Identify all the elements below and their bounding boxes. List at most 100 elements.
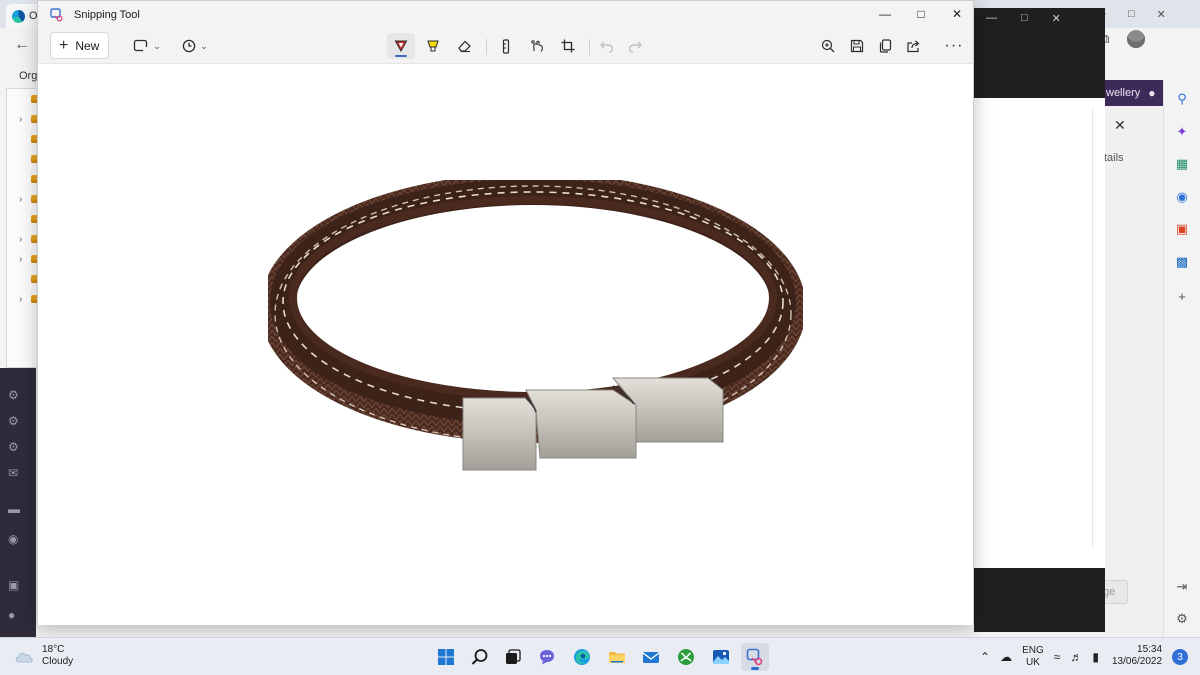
bracelet-image xyxy=(268,180,803,471)
camera-icon[interactable]: ▣ xyxy=(8,578,19,592)
weather-widget[interactable]: 18°C Cloudy xyxy=(14,644,73,668)
settings-icon[interactable]: ⚙ xyxy=(8,414,19,428)
outlook-icon[interactable]: ▩ xyxy=(1175,255,1189,269)
copilot-icon[interactable]: ✦ xyxy=(1175,125,1189,139)
start-button[interactable] xyxy=(432,643,460,671)
chevron-right-icon[interactable]: › xyxy=(19,234,22,245)
help-icon[interactable]: ● xyxy=(8,608,15,622)
windows-start-icon xyxy=(438,649,454,665)
touch-writing-button[interactable] xyxy=(524,33,550,59)
favorite-item[interactable]: › xyxy=(7,229,39,249)
snipping-tool-taskbar-button[interactable] xyxy=(741,643,769,671)
mail-icon[interactable]: ✉ xyxy=(8,466,18,480)
dark-sidebar-strip: ⚙ ⚙ ⚙ ✉ ▬ ◉ ▣ ● xyxy=(0,368,36,637)
chevron-down-icon: ⌄ xyxy=(153,40,161,51)
browser-sidebar: ⚲ ✦ ▦ ◉ ▣ ▩ + ⇥ ⚙ xyxy=(1163,80,1200,637)
maximize-icon[interactable]: □ xyxy=(1021,12,1028,25)
favorite-item[interactable] xyxy=(7,169,39,189)
maximize-icon[interactable]: □ xyxy=(903,1,939,27)
chevron-up-icon[interactable]: ⌃ xyxy=(980,650,990,664)
favorite-item[interactable]: › xyxy=(7,109,39,129)
edge-taskbar-button[interactable] xyxy=(568,643,596,671)
taskbar-search-button[interactable] xyxy=(466,643,494,671)
maximize-icon[interactable]: □ xyxy=(1128,8,1135,21)
chevron-right-icon[interactable]: › xyxy=(19,294,22,305)
save-button[interactable] xyxy=(844,33,870,59)
copy-icon xyxy=(879,39,891,53)
add-icon[interactable]: + xyxy=(1175,290,1189,304)
copy-button[interactable] xyxy=(872,33,898,59)
crop-button[interactable] xyxy=(555,33,581,59)
clock-time: 15:34 xyxy=(1137,644,1163,655)
ballpoint-pen-button[interactable] xyxy=(387,33,415,59)
favorite-item[interactable]: › xyxy=(7,249,39,269)
settings-icon[interactable]: ⚙ xyxy=(8,388,19,402)
favorite-item[interactable] xyxy=(7,129,39,149)
details-panel xyxy=(1104,106,1163,636)
highlighter-button[interactable] xyxy=(420,33,446,59)
snip-mode-button[interactable]: ⌄ xyxy=(130,33,164,59)
mail-button[interactable] xyxy=(637,643,665,671)
new-snip-button[interactable]: + New xyxy=(50,32,109,59)
favorite-item[interactable] xyxy=(7,209,39,229)
eye-icon[interactable]: ◉ xyxy=(8,532,18,546)
search-icon[interactable]: ⚲ xyxy=(1175,92,1189,106)
xbox-button[interactable] xyxy=(672,643,700,671)
profile-avatar[interactable] xyxy=(1127,30,1146,48)
settings-icon[interactable]: ⚙ xyxy=(1175,612,1189,626)
favorite-item[interactable] xyxy=(7,269,39,289)
zoom-button[interactable] xyxy=(815,33,841,59)
back-arrow-icon[interactable]: ← xyxy=(14,36,30,54)
cloud-icon xyxy=(15,652,33,663)
teams-chat-button[interactable] xyxy=(533,643,561,671)
task-view-button[interactable] xyxy=(499,643,527,671)
favorite-item[interactable]: › xyxy=(7,189,39,209)
app-icon[interactable]: ▬ xyxy=(8,502,20,516)
more-options-button[interactable]: ··· xyxy=(940,33,968,59)
close-icon[interactable]: ✕ xyxy=(1114,117,1126,134)
close-icon[interactable]: ✕ xyxy=(939,1,975,27)
secondary-window: — □ ✕ xyxy=(974,8,1105,632)
eraser-button[interactable] xyxy=(451,33,477,59)
clock[interactable]: 15:34 13/06/2022 xyxy=(1112,644,1162,668)
close-icon[interactable]: ✕ xyxy=(1157,8,1166,21)
site-header-text: wellery xyxy=(1106,87,1141,99)
undo-button[interactable] xyxy=(594,33,620,59)
favorite-item[interactable]: › xyxy=(7,289,39,309)
shopping-icon[interactable]: ▦ xyxy=(1175,157,1189,171)
sidebar-toggle-icon[interactable]: ⇥ xyxy=(1175,580,1189,594)
battery-icon[interactable]: ▮ xyxy=(1092,650,1099,664)
save-icon xyxy=(850,39,864,53)
mail-icon xyxy=(642,652,660,663)
plus-icon: + xyxy=(59,36,69,54)
chevron-right-icon[interactable]: › xyxy=(19,114,22,125)
games-icon[interactable]: ◉ xyxy=(1175,190,1189,204)
onedrive-icon[interactable]: ☁ xyxy=(1000,650,1012,664)
settings-icon[interactable]: ⚙ xyxy=(8,440,19,454)
share-button[interactable] xyxy=(900,33,926,59)
office-icon[interactable]: ▣ xyxy=(1175,222,1189,236)
favorite-item[interactable] xyxy=(7,89,39,109)
chevron-right-icon[interactable]: › xyxy=(19,254,22,265)
language-code: ENG xyxy=(1022,645,1044,656)
user-icon[interactable]: ● xyxy=(1148,86,1155,100)
notification-badge[interactable]: 3 xyxy=(1172,649,1188,665)
photos-button[interactable] xyxy=(707,643,735,671)
delay-timer-icon xyxy=(182,39,196,53)
minimize-icon[interactable]: — xyxy=(867,1,903,27)
chevron-right-icon[interactable]: › xyxy=(19,194,22,205)
scrollbar[interactable] xyxy=(1092,108,1100,548)
zoom-icon xyxy=(821,39,835,53)
ruler-button[interactable] xyxy=(493,33,519,59)
language-indicator[interactable]: ENG UK xyxy=(1022,645,1044,669)
redo-button[interactable] xyxy=(622,33,648,59)
minimize-icon[interactable]: — xyxy=(986,12,997,25)
snip-canvas[interactable] xyxy=(38,65,973,625)
wifi-icon[interactable]: ≈ xyxy=(1054,650,1061,664)
volume-icon[interactable]: ♬ xyxy=(1070,650,1082,664)
delay-button[interactable]: ⌄ xyxy=(178,33,212,59)
favorite-item[interactable] xyxy=(7,149,39,169)
file-explorer-button[interactable] xyxy=(603,643,631,671)
close-icon[interactable]: ✕ xyxy=(1052,12,1061,25)
snipping-tool-toolbar: + New ⌄ ⌄ ··· xyxy=(38,29,973,64)
